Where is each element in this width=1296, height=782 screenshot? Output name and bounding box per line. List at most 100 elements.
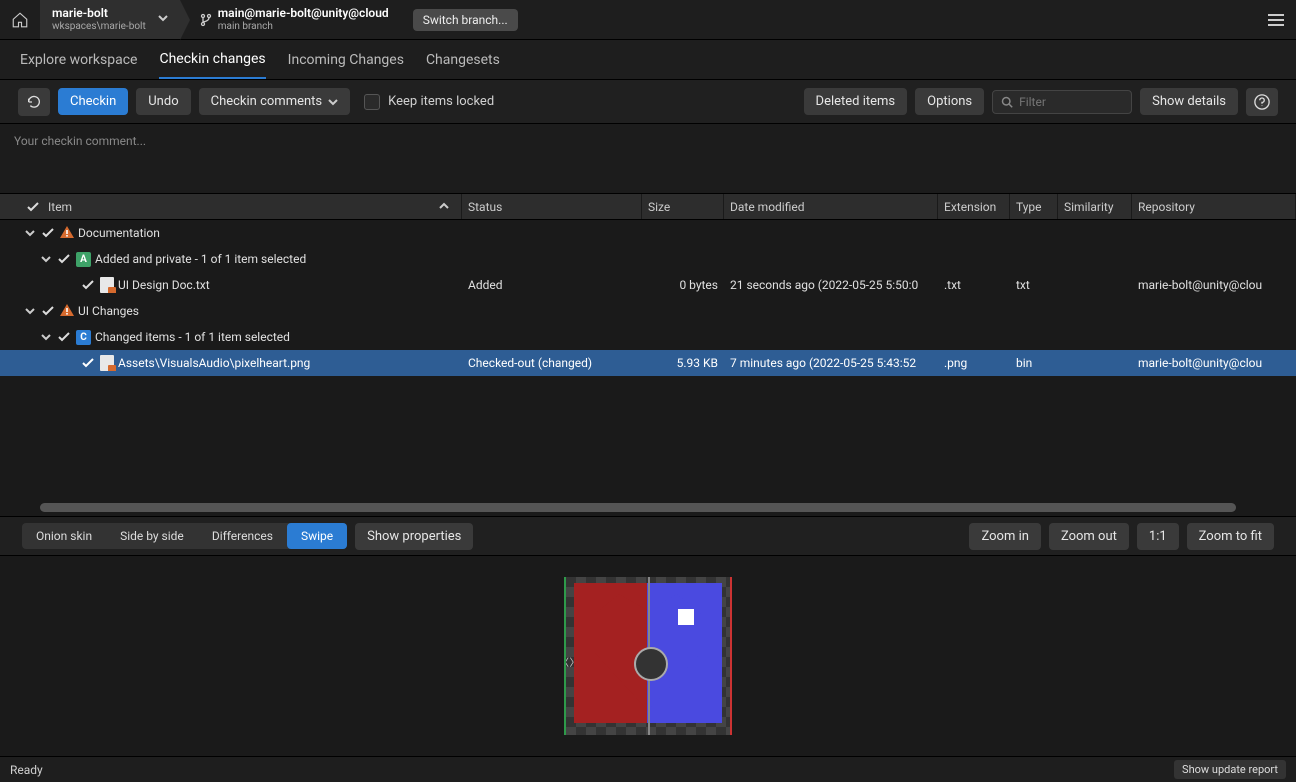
show-update-report-button[interactable]: Show update report	[1174, 760, 1286, 779]
diff-preview: 〈 〉	[0, 556, 1296, 756]
zoom-fit-button[interactable]: Zoom to fit	[1187, 523, 1274, 550]
keep-locked-checkbox[interactable]: Keep items locked	[364, 94, 494, 110]
sort-asc-icon	[439, 200, 449, 214]
branch-title: main@marie-bolt@unity@cloud	[218, 6, 389, 20]
col-sim[interactable]: Similarity	[1058, 194, 1132, 219]
swipe-preview[interactable]: 〈 〉	[564, 577, 732, 735]
checkin-button[interactable]: Checkin	[58, 88, 128, 115]
branch-sub: main branch	[218, 21, 389, 33]
cell-size: 5.93 KB	[642, 356, 724, 370]
cell-size: 0 bytes	[642, 278, 724, 292]
status-bar: Ready Show update report	[0, 756, 1296, 782]
row-checkbox[interactable]	[80, 280, 96, 290]
expand-chevron[interactable]	[40, 254, 52, 264]
help-button[interactable]	[1246, 88, 1278, 116]
col-type[interactable]: Type	[1010, 194, 1058, 219]
home-button[interactable]	[0, 0, 40, 39]
row-label: UI Design Doc.txt	[118, 278, 210, 292]
deleted-items-button[interactable]: Deleted items	[804, 88, 908, 115]
row-checkbox[interactable]	[80, 358, 96, 368]
warning-icon	[60, 304, 74, 319]
help-icon	[1254, 94, 1270, 110]
hamburger-icon	[1267, 13, 1285, 27]
zoom-1to1-button[interactable]: 1:1	[1137, 523, 1179, 550]
zoom-out-button[interactable]: Zoom out	[1049, 523, 1129, 550]
mode-differences[interactable]: Differences	[198, 523, 287, 549]
expand-chevron[interactable]	[24, 306, 36, 316]
branch-breadcrumb[interactable]: main@marie-bolt@unity@cloud main branch	[180, 0, 401, 39]
row-label: Assets\VisualsAudio\pixelheart.png	[118, 356, 310, 370]
col-repo[interactable]: Repository	[1132, 194, 1296, 219]
header: marie-bolt wkspaces\marie-bolt main@mari…	[0, 0, 1296, 40]
refresh-icon	[26, 94, 42, 110]
main-tabs: Explore workspace Checkin changes Incomi…	[0, 40, 1296, 80]
check-icon	[27, 202, 39, 212]
toolbar: Checkin Undo Checkin comments Keep items…	[0, 80, 1296, 124]
options-button[interactable]: Options	[915, 88, 984, 115]
row-checkbox[interactable]	[56, 332, 72, 342]
file-icon	[100, 277, 114, 293]
col-date[interactable]: Date modified	[724, 194, 938, 219]
expand-chevron[interactable]	[40, 332, 52, 342]
checkbox-box[interactable]	[364, 94, 380, 110]
row-checkbox[interactable]	[40, 228, 56, 238]
chevron-down-icon	[328, 97, 338, 107]
search-icon	[1001, 95, 1013, 109]
tab-explore[interactable]: Explore workspace	[20, 42, 137, 78]
swipe-arrows-icon: 〈 〉	[564, 654, 578, 669]
table-row-file[interactable]: Assets\VisualsAudio\pixelheart.png Checke…	[0, 350, 1296, 376]
row-checkbox[interactable]	[56, 254, 72, 264]
table-row-group[interactable]: AAdded and private - 1 of 1 item selecte…	[0, 246, 1296, 272]
expand-chevron[interactable]	[24, 228, 36, 238]
filter-input[interactable]	[1019, 95, 1123, 109]
keep-locked-label: Keep items locked	[388, 94, 494, 109]
mode-side-by-side[interactable]: Side by side	[106, 523, 198, 549]
checkin-comment-field[interactable]: Your checkin comment...	[0, 124, 1296, 194]
filter-field[interactable]	[992, 90, 1132, 114]
col-ext[interactable]: Extension	[938, 194, 1010, 219]
tab-changesets[interactable]: Changesets	[426, 42, 500, 78]
file-icon	[100, 355, 114, 371]
workspace-title: marie-bolt	[52, 6, 146, 20]
row-label: Added and private - 1 of 1 item selected	[95, 252, 306, 266]
cell-type: txt	[1010, 278, 1058, 292]
horizontal-scrollbar[interactable]	[40, 503, 1236, 512]
cell-type: bin	[1010, 356, 1058, 370]
workspace-sub: wkspaces\marie-bolt	[52, 21, 146, 33]
mode-swipe[interactable]: Swipe	[287, 523, 347, 549]
status-text: Ready	[10, 763, 43, 777]
warning-icon	[60, 226, 74, 241]
table-body: Documentation AAdded and private - 1 of 1…	[0, 220, 1296, 516]
col-item[interactable]: Item	[0, 194, 462, 219]
checkin-comments-label: Checkin comments	[211, 94, 323, 109]
branch-icon	[200, 13, 212, 27]
diff-mode-group: Onion skin Side by side Differences Swip…	[22, 523, 347, 549]
show-details-button[interactable]: Show details	[1140, 88, 1238, 115]
refresh-button[interactable]	[18, 88, 50, 116]
switch-branch-button[interactable]: Switch branch...	[413, 9, 518, 31]
table-header: Item Status Size Date modified Extension…	[0, 194, 1296, 220]
table-row-group[interactable]: Documentation	[0, 220, 1296, 246]
row-label: Documentation	[78, 226, 160, 240]
checkin-comments-button[interactable]: Checkin comments	[199, 88, 351, 115]
undo-button[interactable]: Undo	[136, 88, 190, 115]
table-row-group[interactable]: CChanged items - 1 of 1 item selected	[0, 324, 1296, 350]
tab-checkin-changes[interactable]: Checkin changes	[159, 41, 265, 79]
mode-onion-skin[interactable]: Onion skin	[22, 523, 106, 549]
cell-date: 7 minutes ago (2022-05-25 5:43:52	[724, 356, 938, 370]
zoom-in-button[interactable]: Zoom in	[969, 523, 1040, 550]
row-checkbox[interactable]	[40, 306, 56, 316]
table-row-group[interactable]: UI Changes	[0, 298, 1296, 324]
chevron-down-icon	[158, 13, 168, 23]
menu-button[interactable]	[1256, 0, 1296, 39]
swipe-handle[interactable]	[648, 577, 650, 735]
col-status[interactable]: Status	[462, 194, 642, 219]
show-properties-button[interactable]: Show properties	[355, 523, 473, 550]
row-label: UI Changes	[78, 304, 139, 318]
table-row-file[interactable]: UI Design Doc.txtAdded0 bytes21 seconds …	[0, 272, 1296, 298]
col-size[interactable]: Size	[642, 194, 724, 219]
tab-incoming[interactable]: Incoming Changes	[288, 42, 404, 78]
workspace-breadcrumb[interactable]: marie-bolt wkspaces\marie-bolt	[40, 0, 180, 39]
cell-status: Checked-out (changed)	[462, 356, 642, 370]
workspace-chevron[interactable]	[158, 12, 168, 27]
